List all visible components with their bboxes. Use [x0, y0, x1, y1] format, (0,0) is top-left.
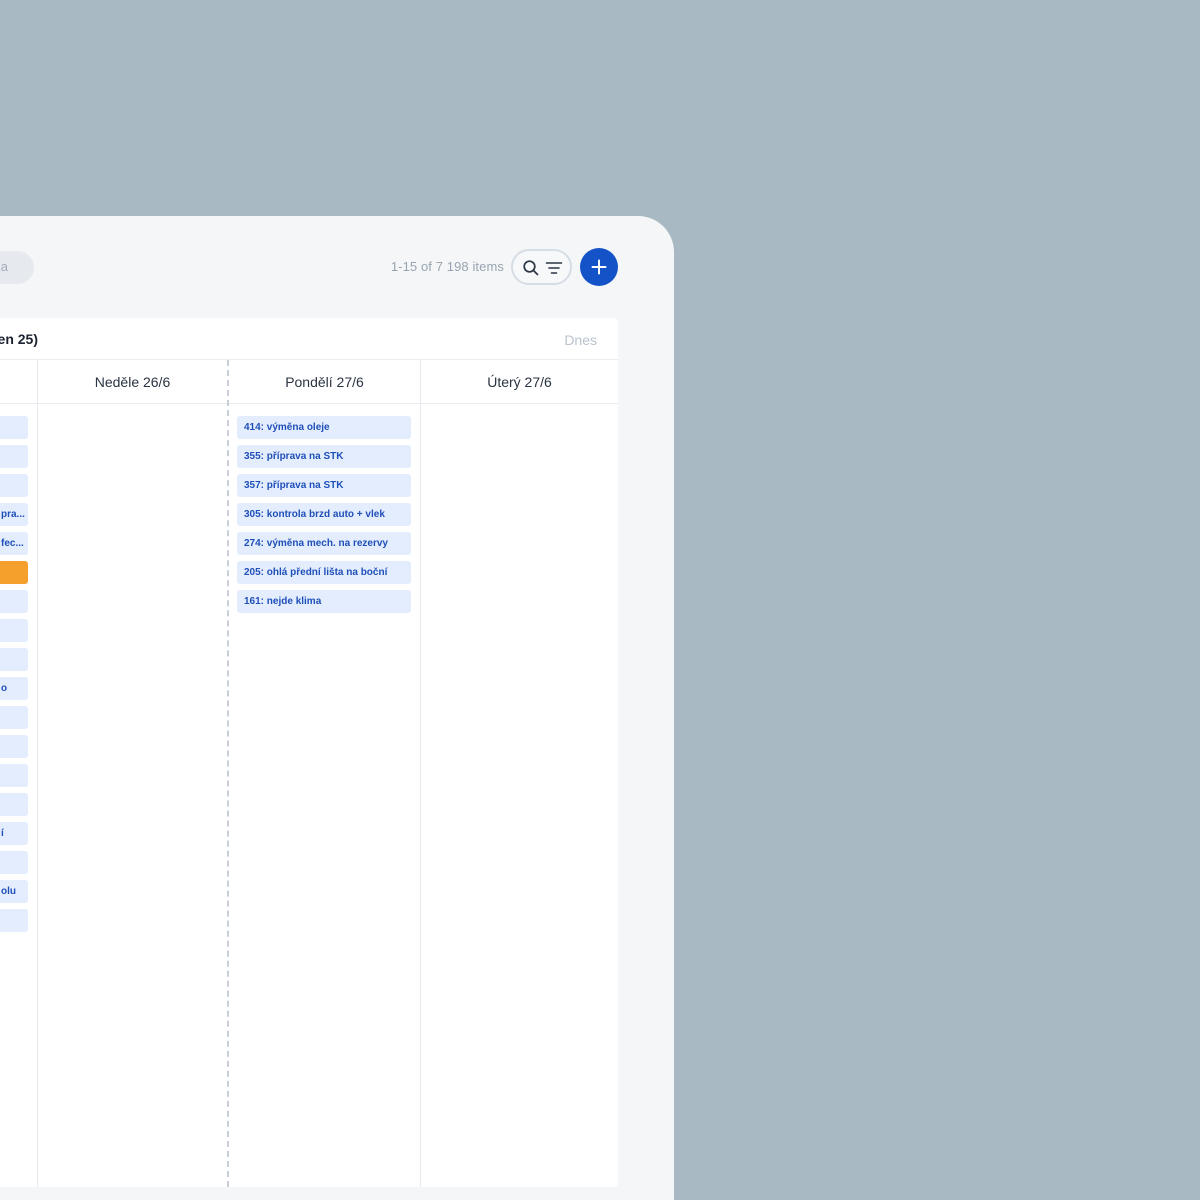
- left-column-card[interactable]: [0, 445, 28, 468]
- item-count: 1-15 of 7 198 items: [390, 259, 504, 274]
- left-column-card[interactable]: [0, 764, 28, 787]
- left-column-card[interactable]: í: [0, 822, 28, 845]
- column-header-partial: [0, 360, 37, 404]
- today-button[interactable]: Dnes: [564, 332, 597, 348]
- board-title: en 25): [0, 331, 38, 347]
- monday-task-card[interactable]: 355: příprava na STK: [237, 445, 411, 468]
- left-column-card[interactable]: fec...: [0, 532, 28, 555]
- left-column-card[interactable]: [0, 648, 28, 671]
- left-column-card[interactable]: o: [0, 677, 28, 700]
- left-column-card[interactable]: [0, 474, 28, 497]
- search-input[interactable]: a: [0, 251, 34, 284]
- board-header: en 25) Dnes: [0, 318, 618, 360]
- left-column-card[interactable]: [0, 416, 28, 439]
- column-divider: [37, 360, 38, 1187]
- monday-task-card[interactable]: 305: kontrola brzd auto + vlek: [237, 503, 411, 526]
- monday-task-card[interactable]: 274: výměna mech. na rezervy: [237, 532, 411, 555]
- search-icon[interactable]: [522, 259, 540, 277]
- monday-task-card[interactable]: 205: ohlá přední lišta na boční: [237, 561, 411, 584]
- today-divider: [227, 360, 229, 1187]
- left-column-card[interactable]: [0, 735, 28, 758]
- left-column-card[interactable]: [0, 561, 28, 584]
- monday-task-card[interactable]: 357: příprava na STK: [237, 474, 411, 497]
- column-header-monday[interactable]: Pondělí 27/6: [228, 360, 421, 404]
- search-input-text: a: [0, 259, 8, 274]
- left-column-card[interactable]: [0, 793, 28, 816]
- search-filter-toggle[interactable]: [511, 249, 572, 285]
- left-column-card[interactable]: [0, 590, 28, 613]
- app-window: a 1-15 of 7 198 items en 25) Dnes Neděle…: [0, 216, 674, 1200]
- monday-task-card[interactable]: 161: nejde klima: [237, 590, 411, 613]
- plus-icon: [591, 259, 607, 275]
- column-divider: [420, 360, 421, 1187]
- left-column-card[interactable]: olu: [0, 880, 28, 903]
- left-column-card[interactable]: [0, 619, 28, 642]
- filter-icon[interactable]: [545, 259, 563, 277]
- left-column-card[interactable]: [0, 909, 28, 932]
- left-column-card[interactable]: pra...: [0, 503, 28, 526]
- left-column-card[interactable]: [0, 851, 28, 874]
- calendar-board: en 25) Dnes Neděle 26/6 Pondělí 27/6 Úte…: [0, 318, 618, 1187]
- column-header-tuesday[interactable]: Úterý 27/6: [421, 360, 618, 404]
- add-button[interactable]: [580, 248, 618, 286]
- left-column-card[interactable]: [0, 706, 28, 729]
- column-header-sunday[interactable]: Neděle 26/6: [37, 360, 228, 404]
- monday-task-card[interactable]: 414: výměna oleje: [237, 416, 411, 439]
